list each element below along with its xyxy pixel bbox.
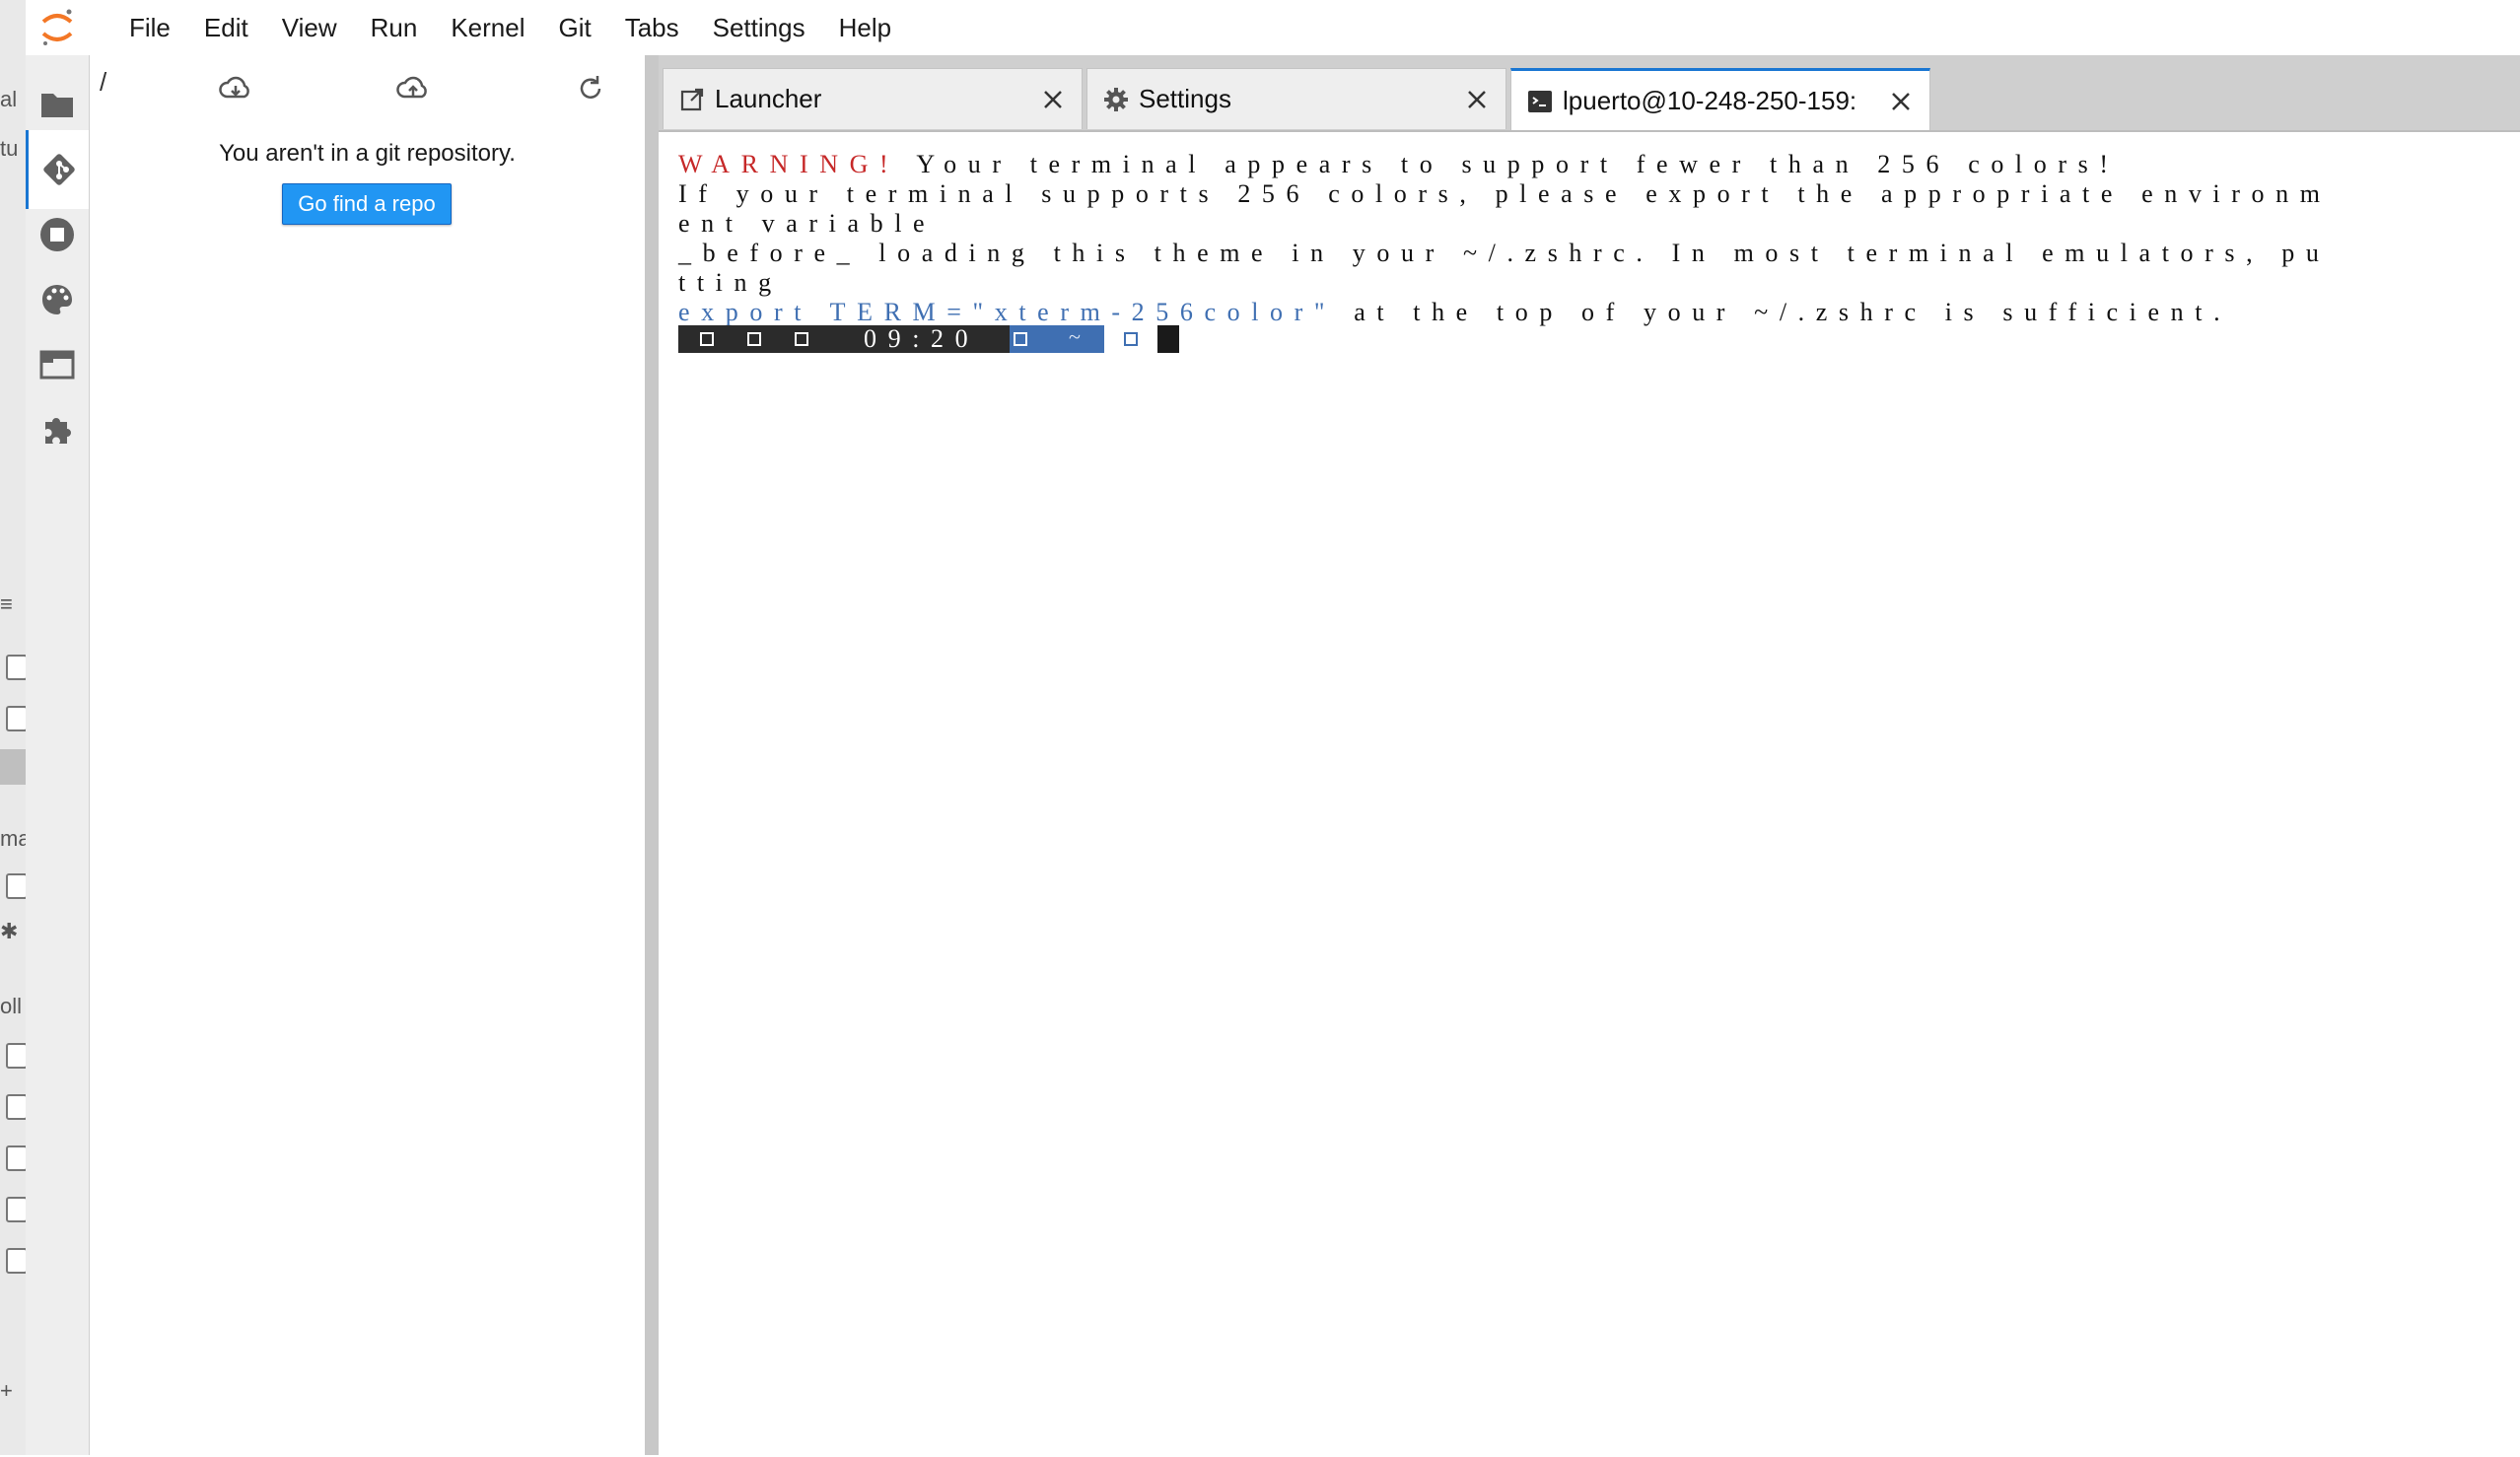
- repo-path: /: [100, 67, 107, 97]
- menu-kernel[interactable]: Kernel: [434, 0, 541, 55]
- clipped-text: ma: [0, 826, 26, 851]
- terminal-cursor: [1157, 325, 1179, 353]
- clipped-file-icon: [6, 1094, 26, 1120]
- menu-edit[interactable]: Edit: [187, 0, 265, 55]
- tab-settings[interactable]: Settings: [1086, 68, 1506, 129]
- tabs-icon: [39, 350, 75, 380]
- palette-icon: [42, 285, 72, 314]
- tab-label: lpuerto@10-248-250-159:: [1563, 86, 1857, 115]
- prompt-dir: ~: [1069, 324, 1081, 349]
- clipped-text: oll: [0, 994, 23, 1018]
- tab-launcher[interactable]: Launcher: [663, 68, 1083, 129]
- clipped-text: tu: [0, 136, 19, 161]
- clipped-file-icon: [6, 873, 26, 899]
- push-icon[interactable]: [395, 71, 431, 106]
- prompt-time: 09:20: [864, 324, 980, 353]
- menu-file[interactable]: File: [112, 0, 187, 55]
- no-repo-message: You aren't in a git repository.: [219, 140, 516, 167]
- clipped-plus-icon: +: [0, 1378, 13, 1403]
- tab-bar: Launcher Settings lpuerto@10-248-250-159…: [659, 55, 2520, 131]
- close-icon[interactable]: [1040, 87, 1066, 112]
- terminal-area[interactable]: WARNING! Your terminal appears to suppor…: [659, 130, 2520, 1457]
- tab-label: Settings: [1139, 84, 1231, 113]
- stop-circle-icon: [40, 218, 74, 251]
- terminal-line: _before_ loading this theme in your ~/.z…: [678, 239, 2331, 267]
- terminal-line: ent variable: [678, 209, 937, 238]
- launcher-icon: [680, 88, 704, 111]
- menu-bar: File Edit View Run Kernel Git Tabs Setti…: [26, 0, 2520, 56]
- clipped-file-icon: [6, 1248, 26, 1274]
- menu-help[interactable]: Help: [822, 0, 908, 55]
- menu-view[interactable]: View: [265, 0, 354, 55]
- warning-text: WARNING!: [678, 150, 900, 178]
- export-command: export TERM="xterm-256color": [678, 298, 1337, 326]
- prompt-glyph-box: [700, 332, 714, 346]
- clipped-file-icon: [6, 1145, 26, 1171]
- pull-icon[interactable]: [218, 71, 253, 106]
- activity-bar: [26, 55, 90, 1455]
- terminal-text: Your terminal appears to support fewer t…: [899, 150, 2120, 178]
- terminal-line: export TERM="xterm-256color" at the top …: [678, 298, 2231, 327]
- terminal-line: tting: [678, 268, 783, 297]
- clipped-text: ≡: [0, 591, 13, 616]
- clipped-file-icon: [6, 706, 26, 731]
- menu-settings[interactable]: Settings: [696, 0, 822, 55]
- jupyter-logo-icon: [41, 9, 73, 45]
- terminal-line: WARNING! Your terminal appears to suppor…: [678, 150, 2120, 179]
- folder-icon: [41, 94, 73, 117]
- clipped-file-icon: [6, 1197, 26, 1222]
- find-repo-button[interactable]: Go find a repo: [282, 183, 452, 225]
- menu-tabs[interactable]: Tabs: [608, 0, 696, 55]
- close-icon[interactable]: [1888, 89, 1914, 114]
- refresh-icon[interactable]: [573, 71, 608, 106]
- terminal-line: If your terminal supports 256 colors, pl…: [678, 179, 2332, 208]
- git-panel: / You aren't in a git repository. Go fin…: [90, 55, 659, 1455]
- clipped-file-icon: [6, 655, 26, 680]
- tab-label: Launcher: [715, 84, 822, 113]
- extension-puzzle-icon: [45, 418, 71, 444]
- close-icon[interactable]: [1464, 87, 1490, 112]
- menu-run[interactable]: Run: [354, 0, 435, 55]
- prompt-glyph-box: [747, 332, 761, 346]
- clipped-text: al: [0, 87, 18, 111]
- prompt-glyph-box: [1014, 332, 1027, 346]
- clipped-file-icon: [6, 1043, 26, 1069]
- git-icon: [42, 154, 75, 185]
- menu-git[interactable]: Git: [541, 0, 607, 55]
- prompt-glyph-box: [795, 332, 808, 346]
- terminal-text: at the top of your ~/.zshrc is sufficien…: [1336, 298, 2232, 326]
- tab-terminal[interactable]: lpuerto@10-248-250-159:: [1510, 68, 1930, 131]
- clipped-highlight: [0, 749, 26, 785]
- extension-manager-button[interactable]: [26, 390, 89, 469]
- clipped-gear-icon: ✱: [0, 919, 19, 943]
- terminal-icon: [1528, 91, 1552, 112]
- background-window-strip: al tu ≡ ma ✱ oll +: [0, 0, 27, 1455]
- gear-icon: [1104, 88, 1128, 111]
- prompt-glyph-box: [1124, 332, 1138, 346]
